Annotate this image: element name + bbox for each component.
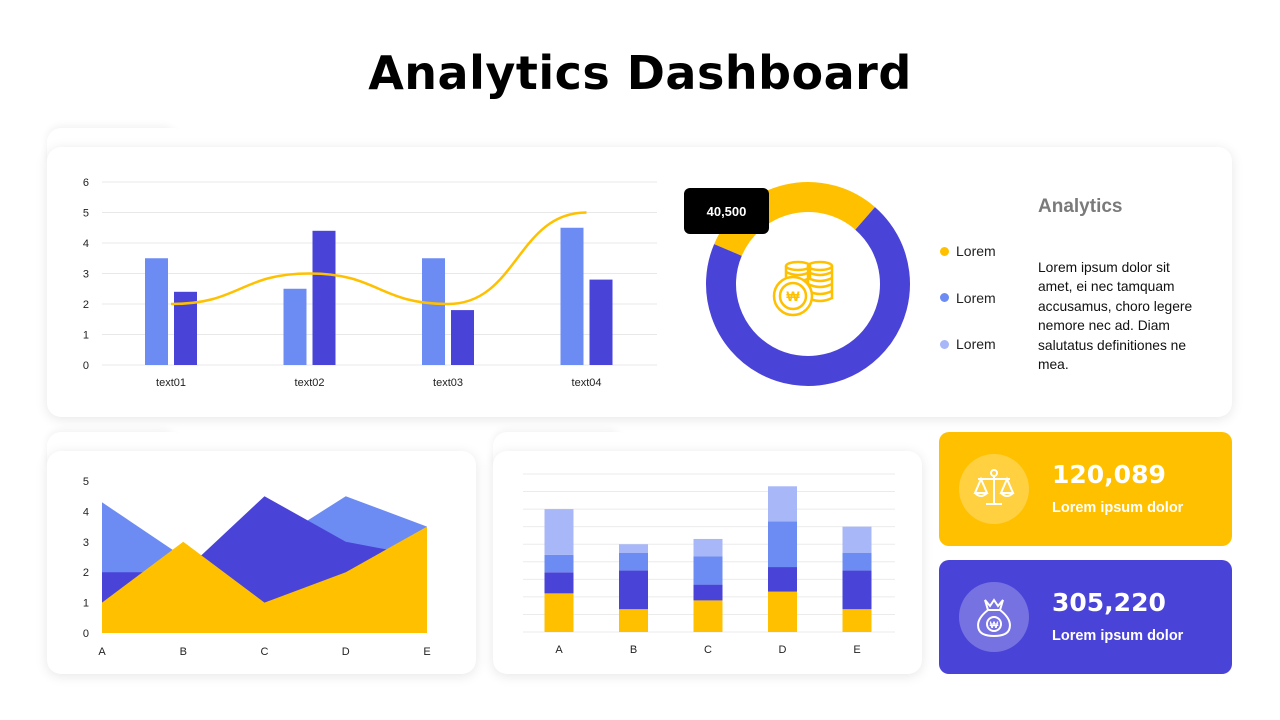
y-tick-label: 5 (83, 208, 89, 220)
x-tick-label: A (555, 644, 563, 656)
legend-label: Lorem (956, 336, 996, 353)
y-tick-label: 1 (83, 598, 89, 610)
x-tick-label: A (98, 646, 106, 658)
y-tick-label: 1 (83, 330, 89, 342)
stacked-bar-segment (842, 526, 872, 553)
x-tick-label: C (704, 644, 712, 656)
x-tick-label: text03 (433, 377, 463, 389)
legend-item: Lorem (940, 228, 996, 275)
y-tick-label: 6 (83, 177, 89, 189)
x-tick-label: B (180, 646, 187, 658)
y-tick-label: 3 (83, 269, 89, 281)
x-tick-label: text02 (295, 377, 325, 389)
bar (145, 258, 168, 365)
bar (560, 227, 584, 365)
stacked-bar-segment (544, 572, 574, 594)
analytics-heading: Analytics (1038, 196, 1123, 217)
stacked-bar-segment (693, 584, 723, 601)
total-badge: 40,500 (684, 188, 769, 234)
stacked-bar-segment (768, 521, 797, 568)
x-tick-label: C (261, 646, 269, 658)
kpi-value: 120,089 (1052, 460, 1166, 489)
x-tick-label: E (853, 644, 860, 656)
donut-legend: Lorem Lorem Lorem (940, 228, 996, 368)
stacked-bar-segment (693, 538, 723, 557)
legend-label: Lorem (956, 243, 996, 260)
x-tick-label: D (342, 646, 350, 658)
x-tick-label: B (630, 644, 637, 656)
y-tick-label: 4 (83, 506, 89, 518)
kpi-label: Lorem ipsum dolor (1052, 628, 1184, 644)
bar (589, 279, 613, 365)
svg-text:₩: ₩ (990, 620, 999, 630)
y-tick-label: 2 (83, 299, 89, 311)
stacked-bar-segment (544, 509, 574, 555)
analytics-description: Lorem ipsum dolor sit amet, ei nec tamqu… (1038, 260, 1193, 373)
stacked-bar-segment (619, 553, 648, 571)
stacked-bar-segment (619, 609, 648, 632)
stacked-bar-segment (693, 600, 723, 632)
bar-line-chart: 0 1 2 3 4 5 6 text01 text02 text03 text04 (83, 177, 657, 389)
kpi-card-indigo: ₩ 305,220 Lorem ipsum dolor (939, 560, 1232, 674)
stacked-bar-segment (619, 544, 648, 553)
page-title: Analytics Dashboard (368, 46, 912, 100)
bar (312, 230, 336, 365)
y-tick-label: 4 (83, 238, 89, 250)
x-tick-label: E (423, 646, 430, 658)
stacked-bar-segment (619, 570, 648, 610)
legend-item: Lorem (940, 275, 996, 322)
balance-scale-icon (959, 454, 1029, 524)
y-tick-label: 2 (83, 567, 89, 579)
y-tick-label: 0 (83, 360, 89, 372)
money-bag-icon: ₩ (959, 582, 1029, 652)
bar (451, 310, 474, 365)
x-tick-label: text01 (156, 377, 186, 389)
legend-item: Lorem (940, 321, 996, 368)
kpi-value: 305,220 (1052, 588, 1166, 617)
legend-dot (940, 246, 949, 256)
stacked-bar-segment (842, 609, 872, 632)
x-tick-label: text04 (572, 377, 602, 389)
stacked-bar-segment (768, 486, 797, 522)
trend-line (170, 211, 587, 306)
bar (283, 288, 307, 365)
legend-dot (940, 293, 949, 303)
area-chart: 0 1 2 3 4 5 A B C D E (83, 476, 431, 658)
kpi-card-yellow: 120,089 Lorem ipsum dolor (939, 432, 1232, 546)
stacked-bar-segment (544, 593, 574, 632)
stacked-bar-segment (693, 556, 723, 585)
stacked-bar-chart: A B C D E (523, 473, 895, 656)
kpi-label: Lorem ipsum dolor (1052, 500, 1184, 516)
stacked-bar-segment (544, 554, 574, 573)
stacked-bar-segment (842, 553, 872, 571)
stacked-bar-segment (842, 570, 872, 610)
y-tick-label: 5 (83, 476, 89, 488)
x-tick-label: D (779, 644, 787, 656)
legend-dot (940, 339, 949, 349)
bar (422, 258, 445, 365)
stacked-bar-segment (768, 591, 797, 632)
y-tick-label: 0 (83, 628, 89, 640)
svg-text:₩: ₩ (786, 288, 800, 304)
stacked-bar-segment (768, 567, 797, 592)
legend-label: Lorem (956, 289, 996, 306)
y-tick-label: 3 (83, 537, 89, 549)
coins-icon: ₩ (771, 256, 837, 318)
